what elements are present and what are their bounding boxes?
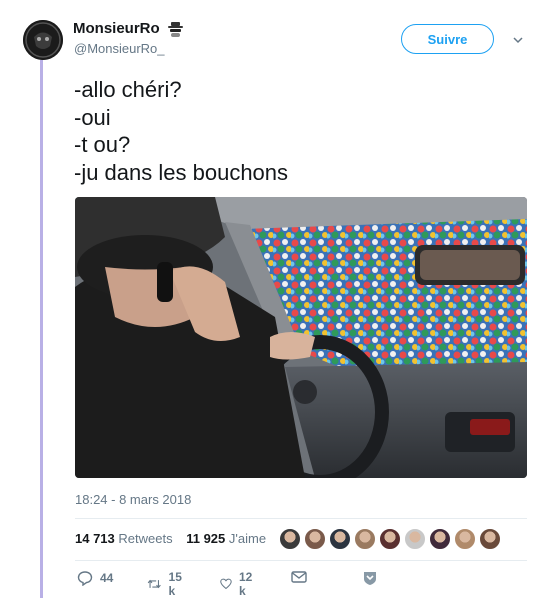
tweet-text: -allo chéri? -oui -t ou? -ju dans les bo… xyxy=(74,76,514,186)
liker-avatar[interactable] xyxy=(304,528,326,550)
heart-icon xyxy=(220,578,232,590)
photo-driver-in-bottle-caps xyxy=(75,197,527,478)
tweet-timestamp[interactable]: 18:24 - 8 mars 2018 xyxy=(75,492,191,507)
retweet-icon xyxy=(147,579,161,589)
tweet-line: -ju dans les bouchons xyxy=(74,159,289,185)
tweet-stats: 14 713 Retweets 11 925 J'aime xyxy=(75,531,276,546)
likes-label: J'aime xyxy=(228,531,267,546)
reply-button[interactable]: 44 xyxy=(77,570,113,586)
like-count: 12 k xyxy=(238,570,253,598)
retweet-button[interactable]: 15 k xyxy=(147,570,186,598)
liker-avatars xyxy=(276,528,501,552)
tweet-line: -allo chéri? xyxy=(74,77,182,102)
liker-avatar[interactable] xyxy=(329,528,351,550)
reply-count: 44 xyxy=(100,571,114,585)
liker-avatar[interactable] xyxy=(454,528,476,550)
display-name[interactable]: MonsieurRo xyxy=(73,20,160,37)
retweet-count: 15 k xyxy=(168,570,182,598)
likes-stat[interactable]: 11 925 J'aime xyxy=(186,531,266,546)
spy-icon xyxy=(167,21,183,37)
liker-avatar[interactable] xyxy=(479,528,501,550)
envelope-icon xyxy=(291,571,307,583)
liker-avatar[interactable] xyxy=(379,528,401,550)
tweet-line: -t ou? xyxy=(74,132,131,157)
retweets-label: Retweets xyxy=(118,531,173,546)
avatar[interactable] xyxy=(23,20,63,60)
divider xyxy=(75,518,527,519)
liker-avatar[interactable] xyxy=(279,528,301,550)
divider xyxy=(75,560,527,561)
tweet-line: -oui xyxy=(74,104,111,130)
reply-icon xyxy=(77,571,93,586)
message-button[interactable] xyxy=(291,570,307,584)
follow-button[interactable]: Suivre xyxy=(401,24,494,54)
retweets-count: 14 713 xyxy=(75,531,115,546)
liker-avatar[interactable] xyxy=(429,528,451,550)
like-button[interactable]: 12 k xyxy=(220,570,256,598)
retweets-stat[interactable]: 14 713 Retweets xyxy=(75,531,173,546)
liker-avatar[interactable] xyxy=(354,528,376,550)
tweet-photo[interactable] xyxy=(75,197,527,478)
liker-avatar[interactable] xyxy=(404,528,426,550)
user-handle[interactable]: @MonsieurRo_ xyxy=(74,41,165,56)
likes-count: 11 925 xyxy=(186,531,226,546)
chevron-down-icon[interactable] xyxy=(511,33,525,47)
display-name-row[interactable]: MonsieurRo xyxy=(73,20,184,37)
thread-line xyxy=(40,60,43,598)
moment-icon xyxy=(364,572,376,585)
moment-button[interactable] xyxy=(362,570,378,586)
